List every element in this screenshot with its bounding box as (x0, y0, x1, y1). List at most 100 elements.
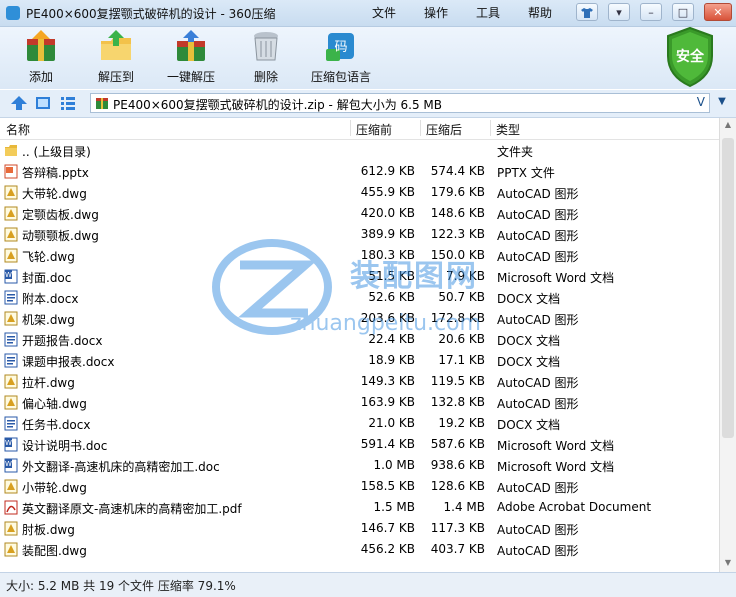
column-header: 名称 压缩前 压缩后 类型 (0, 118, 719, 140)
column-original[interactable]: 压缩后 (426, 121, 462, 138)
file-original-size: 122.3 KB (430, 227, 485, 241)
scroll-down-arrow-icon[interactable]: ▼ (722, 558, 734, 570)
skin-shirt-icon[interactable] (576, 3, 598, 21)
scroll-up-arrow-icon[interactable]: ▲ (722, 120, 734, 132)
menu-file[interactable]: 文件 (372, 4, 396, 21)
svg-text:W: W (5, 460, 12, 468)
file-row[interactable]: W 封面.doc 51.5 KB 7.9 KB Microsoft Word 文档 (0, 266, 719, 287)
one-click-extract-button[interactable]: 一键解压 (155, 29, 227, 87)
autocad-file-icon (4, 311, 18, 326)
close-icon[interactable]: ✕ (704, 3, 732, 21)
menu-operate[interactable]: 操作 (424, 4, 448, 21)
address-path: PE400×600复摆颚式破碎机的设计.zip - 解包大小为 6.5 MB (113, 98, 443, 112)
file-type: PPTX 文件 (497, 166, 555, 180)
column-compressed[interactable]: 压缩前 (356, 121, 392, 138)
file-original-size: 148.6 KB (430, 206, 485, 220)
file-original-size: 20.6 KB (438, 332, 485, 346)
up-arrow-icon[interactable] (10, 95, 28, 114)
file-row[interactable]: .. (上级目录) 文件夹 (0, 140, 719, 161)
main-menu-icon[interactable]: ▾ (608, 3, 630, 21)
view-list-icon[interactable] (60, 95, 76, 114)
file-row[interactable]: W 设计说明书.doc 591.4 KB 587.6 KB Microsoft Word… (0, 434, 719, 455)
file-compressed-size: 52.6 KB (368, 290, 415, 304)
file-original-size: 19.2 KB (438, 416, 485, 430)
vertical-scrollbar[interactable]: ▲ ▼ (719, 118, 736, 572)
column-divider[interactable] (420, 120, 421, 136)
delete-button[interactable]: 删除 (230, 29, 302, 87)
word-doc-icon: W (4, 458, 18, 473)
file-compressed-size: 389.9 KB (360, 227, 415, 241)
file-name: 动颚颚板.dwg (22, 229, 99, 243)
address-history-dropdown[interactable]: V (697, 95, 705, 109)
autocad-file-icon (4, 395, 18, 410)
file-compressed-size: 158.5 KB (360, 479, 415, 493)
svg-text:W: W (5, 439, 12, 447)
file-name: 机架.dwg (22, 313, 75, 327)
file-row[interactable]: 开题报告.docx 22.4 KB 20.6 KB DOCX 文档 (0, 329, 719, 350)
file-row[interactable]: 动颚颚板.dwg 389.9 KB 122.3 KB AutoCAD 图形 (0, 224, 719, 245)
file-row[interactable]: 小带轮.dwg 158.5 KB 128.6 KB AutoCAD 图形 (0, 476, 719, 497)
file-row[interactable]: 附本.docx 52.6 KB 50.7 KB DOCX 文档 (0, 287, 719, 308)
scroll-thumb[interactable] (722, 138, 734, 438)
file-name: 装配图.dwg (22, 544, 87, 558)
file-name: 任务书.docx (22, 418, 91, 432)
docx-file-icon (4, 332, 18, 347)
file-row[interactable]: 定颚齿板.dwg 420.0 KB 148.6 KB AutoCAD 图形 (0, 203, 719, 224)
file-compressed-size: 22.4 KB (368, 332, 415, 346)
svg-text:码: 码 (334, 40, 347, 55)
file-row[interactable]: 答辩稿.pptx 612.9 KB 574.4 KB PPTX 文件 (0, 161, 719, 182)
view-large-icon[interactable] (35, 95, 51, 114)
file-row[interactable]: 偏心轴.dwg 163.9 KB 132.8 KB AutoCAD 图形 (0, 392, 719, 413)
file-list: .. (上级目录) 文件夹 答辩稿.pptx 612.9 KB 574.4 KB PPTX… (0, 140, 719, 572)
file-row[interactable]: 机架.dwg 203.6 KB 172.8 KB AutoCAD 图形 (0, 308, 719, 329)
column-divider[interactable] (490, 120, 491, 136)
file-name: 大带轮.dwg (22, 187, 87, 201)
column-name[interactable]: 名称 (6, 121, 30, 138)
pptx-file-icon (4, 164, 18, 179)
file-name: 飞轮.dwg (22, 250, 75, 264)
file-row[interactable]: 大带轮.dwg 455.9 KB 179.6 KB AutoCAD 图形 (0, 182, 719, 203)
file-row[interactable]: 课题申报表.docx 18.9 KB 17.1 KB DOCX 文档 (0, 350, 719, 371)
trash-icon (249, 29, 283, 63)
file-row[interactable]: W 外文翻译-高速机床的高精密加工.doc 1.0 MB 938.6 KB Micros… (0, 455, 719, 476)
file-compressed-size: 163.9 KB (360, 395, 415, 409)
file-original-size: 403.7 KB (430, 542, 485, 556)
file-type: Microsoft Word 文档 (497, 460, 615, 474)
file-original-size: 1.4 MB (443, 500, 485, 514)
menu-tools[interactable]: 工具 (476, 4, 500, 21)
address-dropdown-icon[interactable]: ▼ (712, 96, 732, 112)
address-field[interactable]: PE400×600复摆颚式破碎机的设计.zip - 解包大小为 6.5 MB V (90, 93, 710, 113)
minimize-icon[interactable]: – (640, 3, 662, 21)
security-shield-badge[interactable]: 安全 (664, 26, 716, 88)
column-divider[interactable] (350, 120, 351, 136)
app-logo-icon (6, 6, 20, 20)
file-type: AutoCAD 图形 (497, 313, 579, 327)
extract-to-button[interactable]: 解压到 (80, 29, 152, 87)
file-row[interactable]: 英文翻译原文-高速机床的高精密加工.pdf 1.5 MB 1.4 MB Adobe A… (0, 497, 719, 518)
autocad-file-icon (4, 248, 18, 263)
file-row[interactable]: 装配图.dwg 456.2 KB 403.7 KB AutoCAD 图形 (0, 539, 719, 560)
file-original-size: 7.9 KB (446, 269, 485, 283)
file-row[interactable]: 拉杆.dwg 149.3 KB 119.5 KB AutoCAD 图形 (0, 371, 719, 392)
maximize-icon[interactable]: □ (672, 3, 694, 21)
file-original-size: 132.8 KB (430, 395, 485, 409)
file-row[interactable]: 飞轮.dwg 180.3 KB 150.0 KB AutoCAD 图形 (0, 245, 719, 266)
autocad-file-icon (4, 479, 18, 494)
file-name: 拉杆.dwg (22, 376, 75, 390)
docx-file-icon (4, 353, 18, 368)
add-button[interactable]: 添加 (5, 29, 77, 87)
file-name: 附本.docx (22, 292, 79, 306)
file-original-size: 117.3 KB (430, 521, 485, 535)
column-type[interactable]: 类型 (496, 121, 520, 138)
archive-language-button[interactable]: 码 压缩包语言 (305, 29, 377, 87)
file-type: AutoCAD 图形 (497, 523, 579, 537)
file-compressed-size: 149.3 KB (360, 374, 415, 388)
file-name: .. (上级目录) (22, 145, 91, 159)
menu-help[interactable]: 帮助 (528, 4, 552, 21)
file-row[interactable]: 任务书.docx 21.0 KB 19.2 KB DOCX 文档 (0, 413, 719, 434)
file-type: Microsoft Word 文档 (497, 439, 615, 453)
file-name: 偏心轴.dwg (22, 397, 87, 411)
file-compressed-size: 18.9 KB (368, 353, 415, 367)
file-row[interactable]: 肘板.dwg 146.7 KB 117.3 KB AutoCAD 图形 (0, 518, 719, 539)
pdf-file-icon (4, 500, 18, 515)
